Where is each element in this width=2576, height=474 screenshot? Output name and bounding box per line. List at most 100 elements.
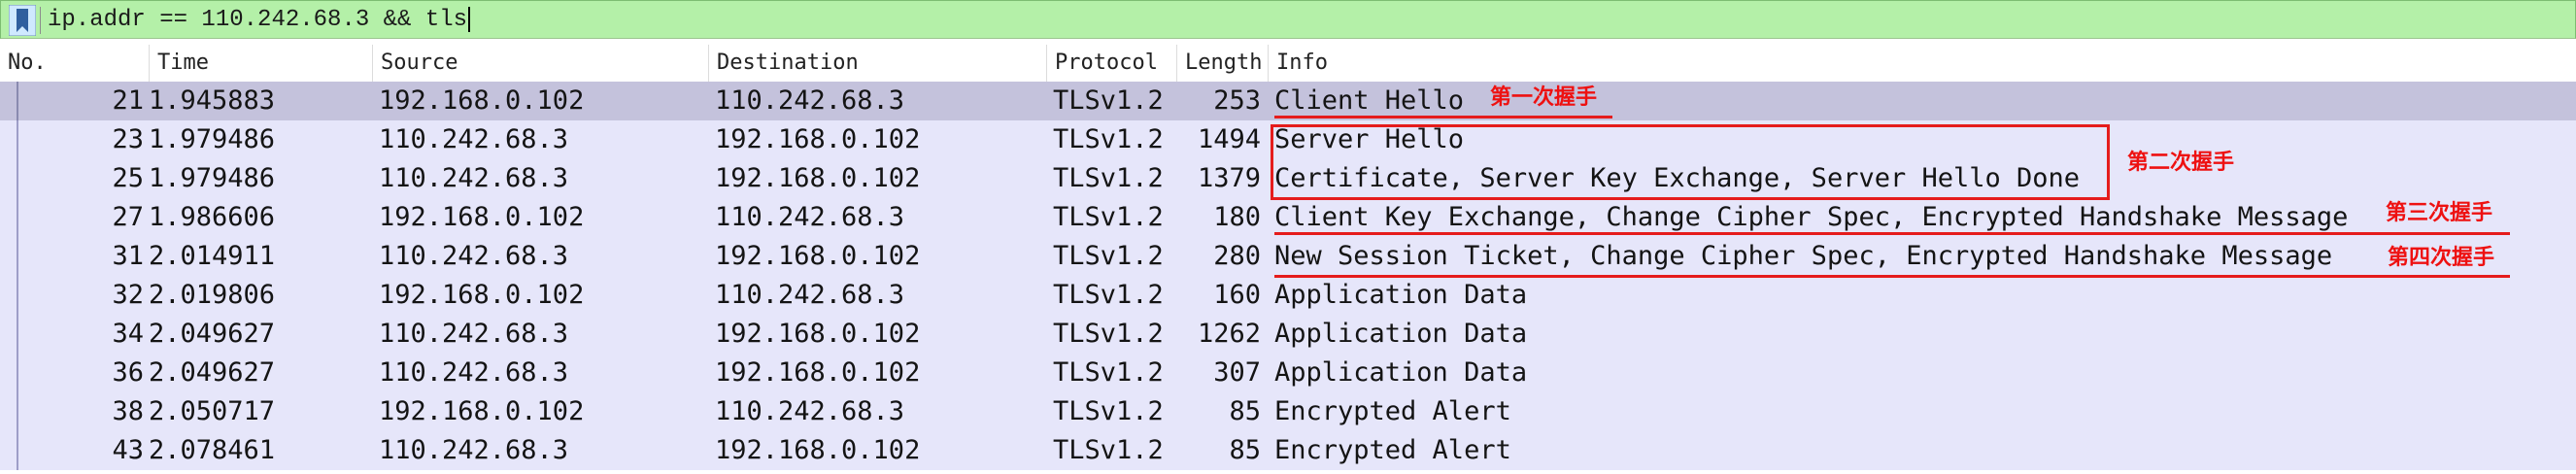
packet-info: Client Hello	[1274, 85, 1465, 116]
packet-no: 32	[112, 280, 144, 310]
packet-row[interactable]: 43 2.078461 110.242.68.3 192.168.0.102 T…	[0, 431, 2576, 470]
packet-length: 85	[1229, 435, 1261, 465]
packet-no: 23	[112, 124, 144, 154]
packet-row[interactable]: 36 2.049627 110.242.68.3 192.168.0.102 T…	[0, 354, 2576, 392]
packet-protocol: TLSv1.2	[1053, 396, 1164, 426]
packet-source: 192.168.0.102	[379, 396, 585, 426]
packet-time: 2.050717	[149, 396, 276, 426]
row-gutter	[17, 198, 18, 237]
packet-source: 110.242.68.3	[379, 357, 569, 388]
filter-input[interactable]: ip.addr == 110.242.68.3 && tls	[48, 4, 470, 37]
row-gutter	[17, 315, 18, 354]
packet-row[interactable]: 31 2.014911 110.242.68.3 192.168.0.102 T…	[0, 237, 2576, 276]
packet-info: New Session Ticket, Change Cipher Spec, …	[1274, 241, 2333, 271]
row-gutter	[17, 431, 18, 470]
packet-row[interactable]: 27 1.986606 192.168.0.102 110.242.68.3 T…	[0, 198, 2576, 237]
packet-no: 43	[112, 435, 144, 465]
bookmark-icon[interactable]	[9, 5, 36, 36]
row-gutter	[17, 159, 18, 198]
packet-time: 1.945883	[149, 85, 276, 116]
filter-separator	[40, 7, 41, 34]
row-gutter	[17, 392, 18, 431]
packet-info: Client Key Exchange, Change Cipher Spec,…	[1274, 202, 2349, 232]
row-gutter	[17, 237, 18, 276]
packet-no: 25	[112, 163, 144, 193]
packet-info: Application Data	[1274, 357, 1528, 388]
column-header-no[interactable]: No.	[0, 45, 149, 82]
column-header-destination[interactable]: Destination	[708, 45, 1046, 82]
packet-time: 2.014911	[149, 241, 276, 271]
packet-destination: 192.168.0.102	[715, 163, 921, 193]
packet-time: 2.049627	[149, 357, 276, 388]
packet-source: 192.168.0.102	[379, 202, 585, 232]
packet-protocol: TLSv1.2	[1053, 163, 1164, 193]
packet-info: Application Data	[1274, 280, 1528, 310]
packet-source: 110.242.68.3	[379, 319, 569, 349]
packet-time: 2.049627	[149, 319, 276, 349]
first-handshake-label: 第一次握手	[1490, 85, 1598, 110]
packet-row[interactable]: 21 1.945883 192.168.0.102 110.242.68.3 T…	[0, 82, 2576, 120]
packet-length: 253	[1213, 85, 1261, 116]
packet-time: 1.979486	[149, 163, 276, 193]
packet-destination: 192.168.0.102	[715, 435, 921, 465]
packet-protocol: TLSv1.2	[1053, 241, 1164, 271]
packet-length: 307	[1213, 357, 1261, 388]
packet-destination: 192.168.0.102	[715, 124, 921, 154]
packet-length: 180	[1213, 202, 1261, 232]
packet-protocol: TLSv1.2	[1053, 202, 1164, 232]
second-handshake-label: 第二次握手	[2127, 151, 2235, 175]
packet-source: 110.242.68.3	[379, 163, 569, 193]
packet-info: Application Data	[1274, 319, 1528, 349]
packet-row[interactable]: 34 2.049627 110.242.68.3 192.168.0.102 T…	[0, 315, 2576, 354]
packet-row[interactable]: 32 2.019806 192.168.0.102 110.242.68.3 T…	[0, 276, 2576, 315]
packet-destination: 110.242.68.3	[715, 85, 905, 116]
packet-source: 110.242.68.3	[379, 435, 569, 465]
first-handshake-underline	[1274, 116, 1612, 118]
fourth-handshake-underline	[1274, 275, 2510, 278]
packet-protocol: TLSv1.2	[1053, 85, 1164, 116]
packet-length: 85	[1229, 396, 1261, 426]
packet-destination: 192.168.0.102	[715, 241, 921, 271]
packet-length: 1262	[1197, 319, 1261, 349]
packet-time: 2.078461	[149, 435, 276, 465]
packet-length: 1379	[1197, 163, 1261, 193]
column-header-time[interactable]: Time	[149, 45, 372, 82]
packet-protocol: TLSv1.2	[1053, 357, 1164, 388]
column-header-info[interactable]: Info	[1268, 45, 2576, 82]
packet-length: 1494	[1197, 124, 1261, 154]
packet-protocol: TLSv1.2	[1053, 124, 1164, 154]
packet-no: 36	[112, 357, 144, 388]
packet-destination: 192.168.0.102	[715, 357, 921, 388]
packet-no: 38	[112, 396, 144, 426]
packet-protocol: TLSv1.2	[1053, 435, 1164, 465]
row-gutter	[17, 120, 18, 159]
third-handshake-label: 第三次握手	[2386, 201, 2493, 225]
packet-no: 27	[112, 202, 144, 232]
row-gutter	[17, 82, 18, 120]
packet-row[interactable]: 38 2.050717 192.168.0.102 110.242.68.3 T…	[0, 392, 2576, 431]
display-filter-bar[interactable]: ip.addr == 110.242.68.3 && tls	[0, 0, 2576, 39]
packet-source: 110.242.68.3	[379, 241, 569, 271]
packet-source: 110.242.68.3	[379, 124, 569, 154]
fourth-handshake-label: 第四次握手	[2388, 246, 2495, 270]
packet-info: Encrypted Alert	[1274, 435, 1511, 465]
packet-time: 2.019806	[149, 280, 276, 310]
packet-no: 31	[112, 241, 144, 271]
second-handshake-box	[1271, 124, 2110, 200]
packet-info: Encrypted Alert	[1274, 396, 1511, 426]
packet-time: 1.979486	[149, 124, 276, 154]
packet-protocol: TLSv1.2	[1053, 280, 1164, 310]
packet-list-header: No. Time Source Destination Protocol Len…	[0, 45, 2576, 83]
packet-destination: 110.242.68.3	[715, 280, 905, 310]
column-header-source[interactable]: Source	[372, 45, 708, 82]
packet-length: 280	[1213, 241, 1261, 271]
packet-length: 160	[1213, 280, 1261, 310]
packet-source: 192.168.0.102	[379, 280, 585, 310]
packet-no: 34	[112, 319, 144, 349]
column-header-protocol[interactable]: Protocol	[1046, 45, 1176, 82]
column-header-length[interactable]: Length	[1176, 45, 1268, 82]
row-gutter	[17, 354, 18, 392]
packet-destination: 192.168.0.102	[715, 319, 921, 349]
packet-destination: 110.242.68.3	[715, 396, 905, 426]
third-handshake-underline	[1274, 232, 2510, 235]
